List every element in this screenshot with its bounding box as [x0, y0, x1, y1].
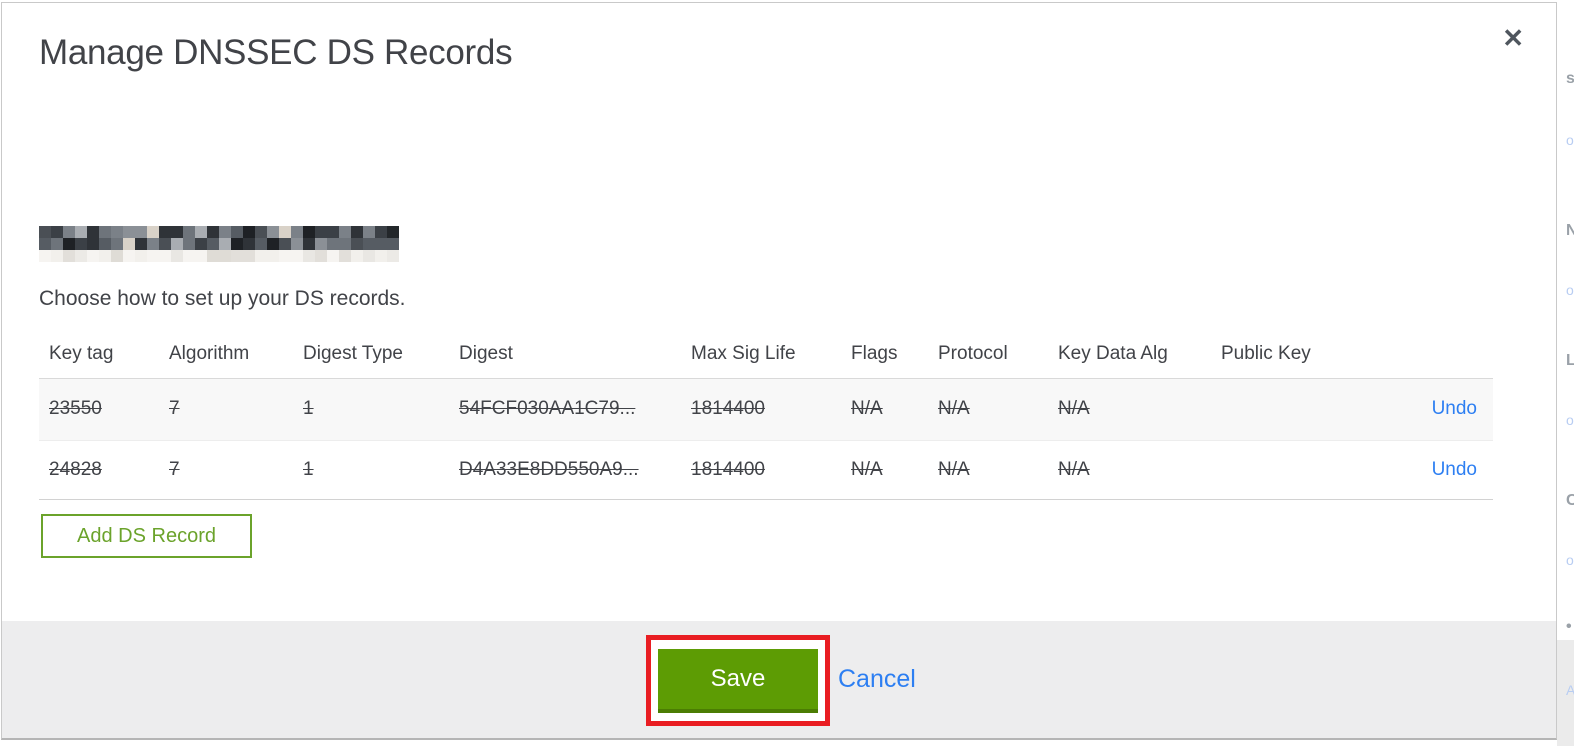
cell-digest-type: 1: [293, 439, 449, 500]
red-highlight-annotation: Save: [646, 635, 830, 726]
cell-actions: Undo: [1361, 439, 1493, 500]
col-header-max-sig-life: Max Sig Life: [691, 342, 796, 364]
undo-link[interactable]: Undo: [1432, 398, 1477, 419]
cell-max-sig-life: 1814400: [681, 439, 841, 500]
background-text-fragment: s: [1566, 70, 1574, 87]
undo-link[interactable]: Undo: [1432, 459, 1477, 480]
background-text-fragment: A: [1566, 682, 1574, 698]
col-header-digest: Digest: [459, 342, 513, 364]
cell-digest: D4A33E8DD550A9...: [449, 439, 681, 500]
background-text-fragment: o: [1566, 412, 1574, 428]
col-header-key-data-alg: Key Data Alg: [1058, 342, 1168, 364]
background-text-fragment: o: [1566, 132, 1574, 148]
cell-protocol: N/A: [928, 377, 1048, 440]
col-header-algorithm: Algorithm: [169, 342, 250, 364]
save-button[interactable]: Save: [658, 648, 818, 713]
cell-max-sig-life: 1814400: [681, 377, 841, 440]
add-ds-record-button[interactable]: Add DS Record: [41, 514, 252, 558]
col-header-key-tag: Key tag: [49, 342, 114, 364]
table-header-row: Key tag Algorithm Digest Type Digest Max…: [39, 330, 1493, 378]
cell-key-data-alg: N/A: [1048, 439, 1211, 500]
cell-public-key: [1211, 377, 1361, 440]
col-header-actions: [1361, 330, 1493, 378]
background-text-fragment: o: [1566, 282, 1574, 298]
screenshot-stage: s o No Lo Co • A ✕ Manage DNSSEC DS Records Ch…: [0, 0, 1574, 746]
modal-title: Manage DNSSEC DS Records: [39, 33, 513, 72]
background-text-fragment: N: [1566, 222, 1574, 239]
redacted-domain-name: [39, 226, 399, 262]
col-header-protocol: Protocol: [938, 342, 1008, 364]
background-text-fragment: C: [1566, 492, 1574, 509]
cell-key-tag: 23550: [39, 377, 159, 440]
background-text-fragment: o: [1566, 552, 1574, 568]
cancel-link[interactable]: Cancel: [838, 621, 916, 738]
table-row: 23550 7 1 54FCF030AA1C79... 1814400 N/A …: [39, 377, 1493, 440]
cell-digest-type: 1: [293, 377, 449, 440]
background-text-fragment: •: [1566, 618, 1572, 635]
cell-key-data-alg: N/A: [1048, 377, 1211, 440]
ds-records-table: Key tag Algorithm Digest Type Digest Max…: [39, 330, 1493, 500]
cell-flags: N/A: [841, 377, 928, 440]
cell-actions: Undo: [1361, 377, 1493, 440]
cell-digest: 54FCF030AA1C79...: [449, 377, 681, 440]
manage-dnssec-modal: ✕ Manage DNSSEC DS Records Choose how to…: [1, 2, 1557, 740]
col-header-digest-type: Digest Type: [303, 342, 403, 364]
cell-algorithm: 7: [159, 377, 293, 440]
background-text-fragment: L: [1566, 352, 1574, 369]
modal-footer: Save Cancel: [2, 621, 1556, 738]
col-header-public-key: Public Key: [1221, 342, 1311, 364]
modal-subtitle: Choose how to set up your DS records.: [39, 287, 406, 310]
close-icon[interactable]: ✕: [1502, 25, 1524, 51]
cell-flags: N/A: [841, 439, 928, 500]
cell-algorithm: 7: [159, 439, 293, 500]
cell-protocol: N/A: [928, 439, 1048, 500]
background-page-edge: s o No Lo Co • A: [1557, 0, 1574, 746]
col-header-flags: Flags: [851, 342, 898, 364]
cell-key-tag: 24828: [39, 439, 159, 500]
cell-public-key: [1211, 439, 1361, 500]
table-row: 24828 7 1 D4A33E8DD550A9... 1814400 N/A …: [39, 439, 1493, 500]
